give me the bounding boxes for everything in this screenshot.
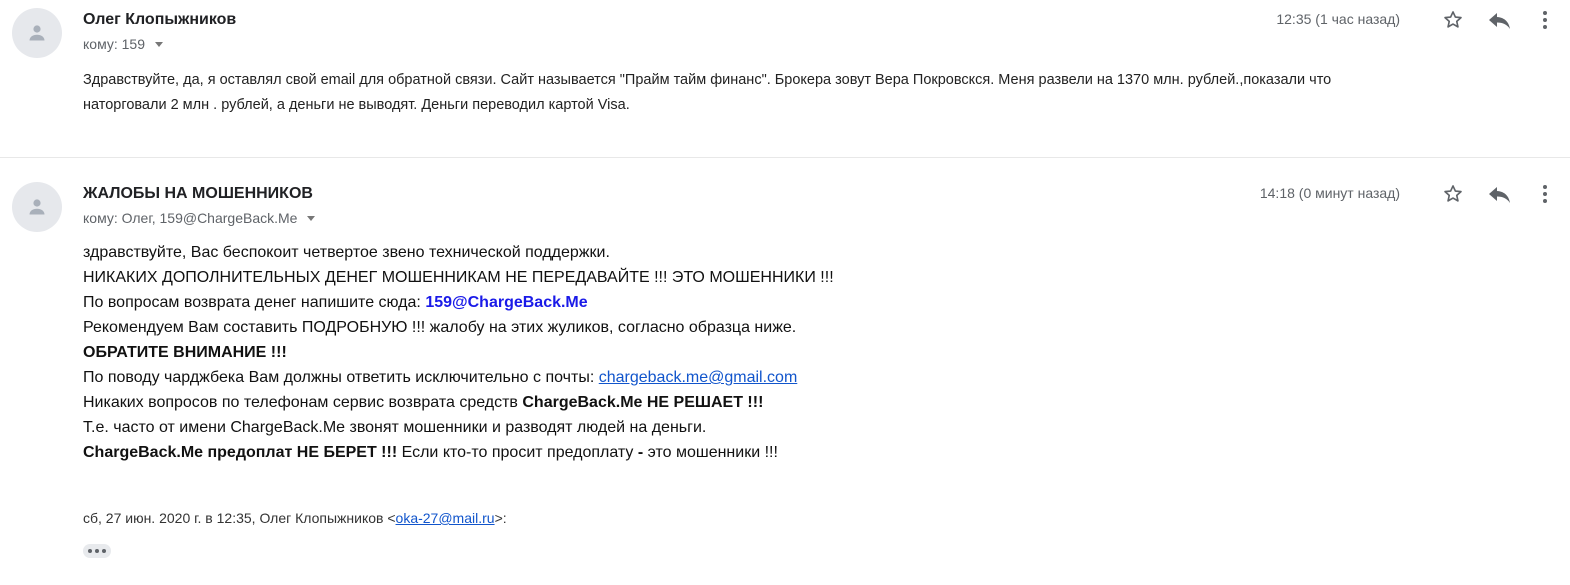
star-icon	[1444, 185, 1462, 202]
more-vert-icon	[1543, 185, 1547, 203]
show-trimmed-content-icon	[102, 549, 106, 553]
more-options-button[interactable]	[1538, 182, 1552, 206]
quote-email-link[interactable]: oka-27@mail.ru	[396, 510, 495, 526]
quote-prefix: сб, 27 июн. 2020 г. в 12:35, Олег Клопыж…	[83, 510, 396, 526]
message-time: 12:35 (1 час назад)	[1276, 11, 1400, 27]
reply-button[interactable]	[1484, 182, 1514, 206]
body-text: По вопросам возврата денег напишите сюда…	[83, 294, 426, 311]
body-line: здравствуйте, Вас беспокоит четвертое зв…	[83, 244, 610, 261]
show-trimmed-content-icon	[95, 549, 99, 553]
recipients-toggle[interactable]: кому: Олег, 159@ChargeBack.Me	[83, 210, 316, 226]
sender-avatar[interactable]	[12, 182, 62, 232]
sender-name[interactable]: ЖАЛОБЫ НА МОШЕННИКОВ	[83, 185, 313, 203]
recipients-toggle[interactable]: кому: 159	[83, 36, 163, 52]
email-message-1: Олег Клопыжников кому: 159 12:35 (1 час …	[0, 0, 1570, 158]
chevron-down-icon[interactable]	[155, 41, 163, 47]
sender-avatar[interactable]	[12, 8, 62, 58]
body-line: ChargeBack.Me предоплат НЕ БЕРЕТ !!! Есл…	[83, 440, 1283, 465]
reply-icon	[1489, 187, 1510, 203]
recipients-label: кому: Олег, 159@ChargeBack.Me	[83, 210, 298, 226]
message-actions	[1438, 8, 1552, 32]
recipients-label: кому: 159	[83, 36, 145, 52]
body-bold-text: ChargeBack.Me НЕ РЕШАЕТ !!!	[522, 394, 764, 411]
body-line: Рекомендуем Вам составить ПОДРОБНУЮ !!! …	[83, 319, 797, 336]
more-options-button[interactable]	[1538, 8, 1552, 32]
body-line: По вопросам возврата денег напишите сюда…	[83, 290, 1283, 315]
show-trimmed-content-button[interactable]	[83, 544, 111, 558]
quoted-header: сб, 27 июн. 2020 г. в 12:35, Олег Клопыж…	[83, 510, 507, 526]
body-line: наторговали 2 млн . рублей, а деньги не …	[83, 97, 630, 113]
body-bold-text: ChargeBack.Me предоплат НЕ БЕРЕТ !!!	[83, 444, 398, 461]
email-link[interactable]: chargeback.me@gmail.com	[599, 369, 798, 386]
star-icon	[1444, 11, 1462, 28]
quote-suffix: >:	[494, 510, 507, 526]
message-actions	[1438, 182, 1552, 206]
message-body: Здравствуйте, да, я оставлял свой email …	[83, 68, 1523, 118]
sender-name[interactable]: Олег Клопыжников	[83, 11, 236, 29]
body-line: По поводу чарджбека Вам должны ответить …	[83, 365, 1283, 390]
body-line: НИКАКИХ ДОПОЛНИТЕЛЬНЫХ ДЕНЕГ МОШЕННИКАМ …	[83, 269, 834, 286]
star-button[interactable]	[1438, 8, 1468, 32]
chevron-down-icon[interactable]	[307, 215, 316, 221]
support-email[interactable]: 159@ChargeBack.Me	[425, 294, 587, 311]
body-text: это мошенники !!!	[643, 444, 778, 461]
person-icon	[29, 25, 45, 41]
star-button[interactable]	[1438, 182, 1468, 206]
body-text: Никаких вопросов по телефонам сервис воз…	[83, 394, 523, 411]
body-text: По поводу чарджбека Вам должны ответить …	[83, 369, 599, 386]
body-line: Никаких вопросов по телефонам сервис воз…	[83, 390, 1283, 415]
body-line: Т.е. часто от имени ChargeBack.Me звонят…	[83, 419, 707, 436]
person-icon	[29, 199, 45, 215]
message-time: 14:18 (0 минут назад)	[1259, 185, 1400, 201]
body-text: Если кто-то просит предоплату	[397, 444, 638, 461]
reply-button[interactable]	[1484, 8, 1514, 32]
more-vert-icon	[1543, 11, 1547, 29]
body-line: ОБРАТИТЕ ВНИМАНИЕ !!!	[83, 344, 287, 361]
reply-icon	[1489, 13, 1510, 29]
message-body: здравствуйте, Вас беспокоит четвертое зв…	[83, 240, 1283, 465]
body-line: Здравствуйте, да, я оставлял свой email …	[83, 72, 1332, 88]
show-trimmed-content-icon	[88, 549, 92, 553]
email-message-2: ЖАЛОБЫ НА МОШЕННИКОВ кому: Олег, 159@Cha…	[0, 158, 1570, 585]
